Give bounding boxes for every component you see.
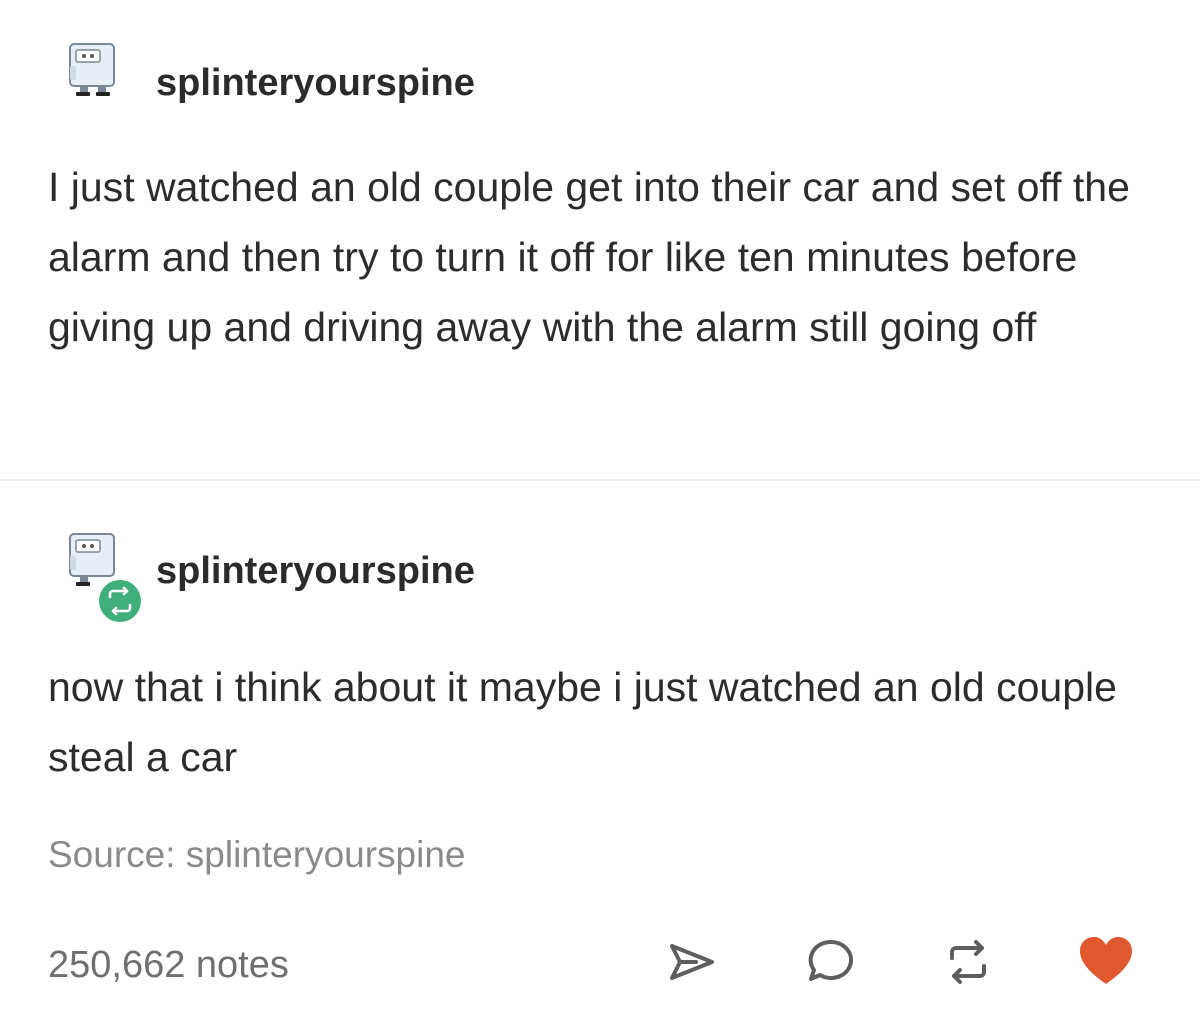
reply-icon: [808, 939, 854, 981]
heart-icon: [1080, 937, 1132, 984]
original-post: splinteryourspine I just watched an old …: [0, 0, 1200, 480]
cartoon-computer-icon: [69, 43, 115, 96]
source-link[interactable]: Source: splinteryourspine: [48, 834, 466, 876]
post-body: now that i think about it maybe i just w…: [48, 664, 1117, 780]
reblog-post: splinteryourspine now that i think about…: [0, 480, 1200, 1027]
post-body: I just watched an old couple get into th…: [48, 164, 1130, 350]
avatar[interactable]: [62, 40, 124, 102]
username[interactable]: splinteryourspine: [156, 550, 475, 593]
username[interactable]: splinteryourspine: [156, 62, 475, 105]
reply-button[interactable]: [800, 932, 860, 992]
reblog-icon: [950, 940, 986, 984]
reblog-badge: [96, 577, 144, 625]
share-button[interactable]: [662, 932, 722, 992]
like-button[interactable]: [1076, 932, 1136, 992]
notes-count[interactable]: 250,662 notes: [48, 944, 289, 987]
reblog-button[interactable]: [938, 932, 998, 992]
share-icon: [670, 944, 714, 980]
reblog-icon: [108, 586, 132, 616]
